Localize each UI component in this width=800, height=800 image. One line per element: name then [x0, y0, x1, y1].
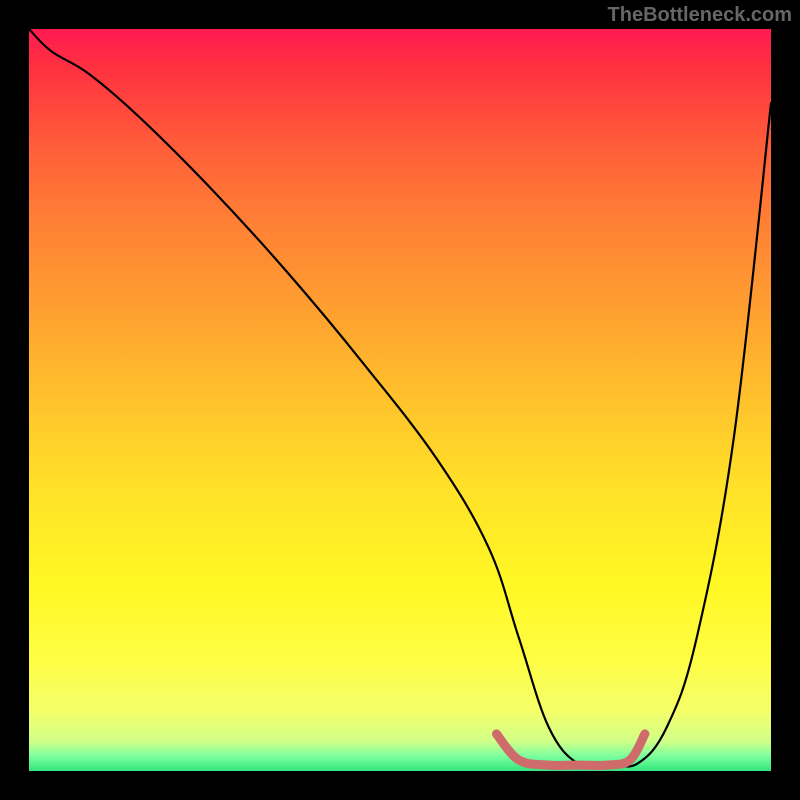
watermark-text: TheBottleneck.com	[608, 4, 792, 27]
chart-gradient-background	[29, 29, 771, 771]
chart-frame: TheBottleneck.com	[0, 0, 800, 800]
